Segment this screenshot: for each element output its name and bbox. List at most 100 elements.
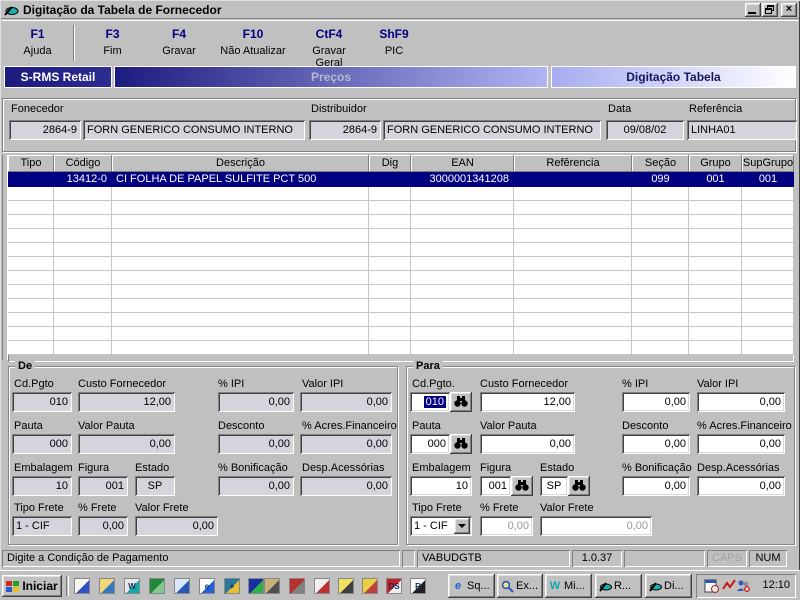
para-desp-field[interactable]: 0,00 [697, 476, 785, 496]
task-button-ex[interactable]: Ex... [497, 574, 543, 598]
viewer-search-icon[interactable] [99, 578, 115, 594]
restore-button[interactable] [762, 2, 778, 17]
para-cd-pgto-label: Cd.Pgto. [412, 378, 455, 390]
para-figura-field[interactable]: 001 [480, 476, 511, 496]
para-bonificacao-field[interactable]: 0,00 [622, 476, 690, 496]
paint-kite-icon[interactable] [362, 578, 378, 594]
tab-digitacao-tabela[interactable]: Digitação Tabela [551, 66, 796, 88]
word-icon: W [549, 580, 561, 592]
minimize-button[interactable] [745, 2, 761, 17]
grid-empty-cell [514, 299, 632, 313]
grid-empty-cell [742, 271, 794, 285]
para-tipo-frete-value: 1 - CIF [414, 520, 448, 532]
toolbar-item-pic[interactable]: ShF9 PIC [360, 21, 428, 64]
grid-empty-cell [8, 243, 54, 257]
de-custo-label: Custo Fornecedor [78, 378, 167, 390]
grid-empty-row[interactable] [8, 271, 794, 285]
para-cd-pgto-field[interactable]: 010 [410, 392, 450, 412]
title-bar: Digitação da Tabela de Fornecedor × [1, 1, 799, 19]
kds-icon[interactable]: DS [386, 578, 402, 594]
grid-empty-row[interactable] [8, 299, 794, 313]
grid-empty-cell [411, 243, 514, 257]
grid-empty-cell [632, 187, 689, 201]
start-button[interactable]: Iniciar [2, 575, 62, 597]
para-figura-label: Figura [480, 462, 512, 474]
notes-pencil-icon[interactable] [338, 578, 354, 594]
task-button-mi[interactable]: W Mi... [545, 574, 592, 598]
para-embalagem-field[interactable]: 10 [410, 476, 472, 496]
grid-empty-cell [514, 271, 632, 285]
shapes-grid-icon[interactable] [248, 578, 264, 594]
grid-empty-row[interactable] [8, 257, 794, 271]
toolbar-item-ajuda[interactable]: F1 Ajuda [2, 21, 73, 64]
train-icon[interactable] [289, 578, 305, 594]
grid-empty-row[interactable] [8, 313, 794, 327]
para-ipi-field[interactable]: 0,00 [622, 392, 690, 412]
column-header-secao: Seção [632, 155, 689, 172]
de-valor-ipi-field: 0,00 [300, 392, 392, 412]
tab-precos[interactable]: Preços [114, 66, 548, 88]
grid-empty-row[interactable] [8, 341, 794, 355]
task-button-di[interactable]: Di... [645, 574, 692, 598]
para-valor-pauta-field[interactable]: 0,00 [480, 434, 575, 454]
para-desconto-field[interactable]: 0,00 [622, 434, 690, 454]
grid-empty-row[interactable] [8, 327, 794, 341]
grid-empty-cell [8, 215, 54, 229]
rms-icon[interactable]: R [410, 578, 426, 594]
desktop-edit-icon[interactable] [74, 578, 90, 594]
de-figura-field: 001 [78, 476, 128, 496]
grid-empty-cell [514, 201, 632, 215]
para-estado-field[interactable]: SP [540, 476, 568, 496]
plus-tool-icon[interactable]: + [224, 578, 240, 594]
tab-s-rms-retail[interactable]: S-RMS Retail [4, 66, 112, 88]
grid-empty-row[interactable] [8, 285, 794, 299]
app-icon [4, 5, 19, 16]
grid-empty-cell [54, 257, 112, 271]
para-pauta-field[interactable]: 000 [410, 434, 450, 454]
media-circle-icon[interactable] [314, 578, 330, 594]
grid-empty-row[interactable] [8, 201, 794, 215]
para-tipo-frete-dropdown[interactable]: 1 - CIF [410, 516, 472, 536]
grid-empty-cell [112, 313, 369, 327]
para-cd-pgto-search-button[interactable] [450, 392, 472, 412]
task-button-sq[interactable]: e Sq... [448, 574, 495, 598]
toolbar-item-fim[interactable]: F3 Fim [75, 21, 150, 64]
grid-empty-cell [514, 327, 632, 341]
word-icon[interactable]: W [124, 578, 140, 594]
grid-empty-row[interactable] [8, 229, 794, 243]
grid-empty-row[interactable] [8, 187, 794, 201]
tray-scheduler-icon[interactable] [704, 578, 719, 593]
para-custo-field[interactable]: 12,00 [480, 392, 575, 412]
grid-empty-cell [8, 271, 54, 285]
grid-empty-cell [689, 271, 742, 285]
grid-empty-cell [689, 341, 742, 355]
toolbar-item-gravar[interactable]: F4 Gravar [150, 21, 208, 64]
mail-sync-icon[interactable] [174, 578, 190, 594]
para-acres-field[interactable]: 0,00 [697, 434, 785, 454]
dropdown-arrow-icon[interactable] [454, 518, 470, 534]
toolbar-item-nao-atualizar[interactable]: F10 Não Atualizar [208, 21, 298, 64]
grid-selected-row[interactable]: 13412-0 CI FOLHA DE PAPEL SULFITE PCT 50… [8, 172, 794, 187]
internet-explorer-icon[interactable]: e [199, 578, 215, 594]
grid-empty-row[interactable] [8, 215, 794, 229]
para-figura-search-button[interactable] [511, 476, 533, 496]
tray-users-icon[interactable] [736, 578, 751, 593]
computer-icon[interactable] [264, 578, 280, 594]
tray-connection-icon[interactable] [722, 578, 737, 593]
para-estado-search-button[interactable] [568, 476, 590, 496]
grid-empty-cell [632, 313, 689, 327]
grid-empty-cell [689, 201, 742, 215]
de-tipo-frete-field: 1 - CIF [12, 516, 72, 536]
task-button-r[interactable]: R... [595, 574, 642, 598]
close-button[interactable]: × [781, 2, 797, 17]
binoculars-icon [572, 480, 586, 491]
para-valor-ipi-field[interactable]: 0,00 [697, 392, 785, 412]
grid-empty-cell [689, 187, 742, 201]
grid-empty-cell [369, 215, 411, 229]
grid-empty-row[interactable] [8, 243, 794, 257]
para-pauta-search-button[interactable] [450, 434, 472, 454]
toolbar-item-gravar-geral[interactable]: CtF4 Gravar Geral [298, 21, 360, 69]
grid-empty-cell [112, 187, 369, 201]
de-estado-field: SP [135, 476, 175, 496]
green-app-icon[interactable] [149, 578, 165, 594]
